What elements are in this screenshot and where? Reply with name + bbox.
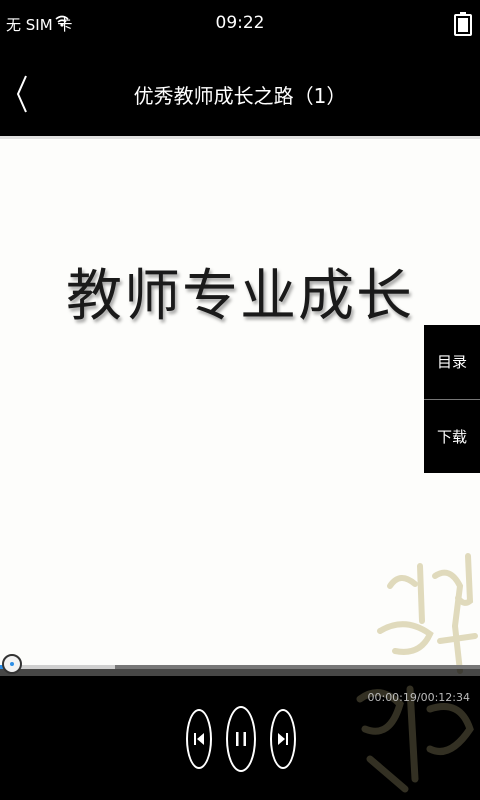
status-time: 09:22 bbox=[215, 13, 265, 33]
slide-heading: 教师专业成长 bbox=[66, 264, 414, 329]
slide-divider bbox=[0, 136, 480, 139]
screen: 无 SIM 卡 09:22 优秀教师成长之路（1） 教师专业成长 目录 下载 0… bbox=[0, 0, 480, 800]
next-icon bbox=[278, 733, 288, 745]
control-watermark bbox=[356, 685, 474, 793]
time-readout: 00:00:19/00:12:34 bbox=[367, 691, 470, 704]
side-menu: 目录 下载 bbox=[424, 325, 480, 473]
page-title: 优秀教师成长之路（1） bbox=[133, 84, 347, 108]
title-bar: 优秀教师成长之路（1） bbox=[0, 52, 480, 136]
menu-catalog-button[interactable]: 目录 bbox=[424, 325, 480, 400]
progress-buffered bbox=[12, 665, 116, 669]
progress-thumb[interactable] bbox=[2, 654, 22, 674]
pause-button[interactable] bbox=[226, 706, 256, 772]
menu-download-button[interactable]: 下载 bbox=[424, 400, 480, 474]
slide-view[interactable]: 教师专业成长 bbox=[0, 136, 480, 676]
player-control-bar: 00:00:19/00:12:34 bbox=[0, 669, 480, 800]
status-bar: 无 SIM 卡 09:22 bbox=[0, 0, 480, 52]
previous-icon bbox=[194, 733, 204, 745]
battery-icon bbox=[454, 12, 472, 36]
progress-bar[interactable] bbox=[0, 654, 480, 674]
pause-icon bbox=[236, 732, 246, 746]
next-button[interactable] bbox=[270, 709, 296, 769]
previous-button[interactable] bbox=[186, 709, 212, 769]
calligraphy-watermark bbox=[377, 553, 478, 674]
